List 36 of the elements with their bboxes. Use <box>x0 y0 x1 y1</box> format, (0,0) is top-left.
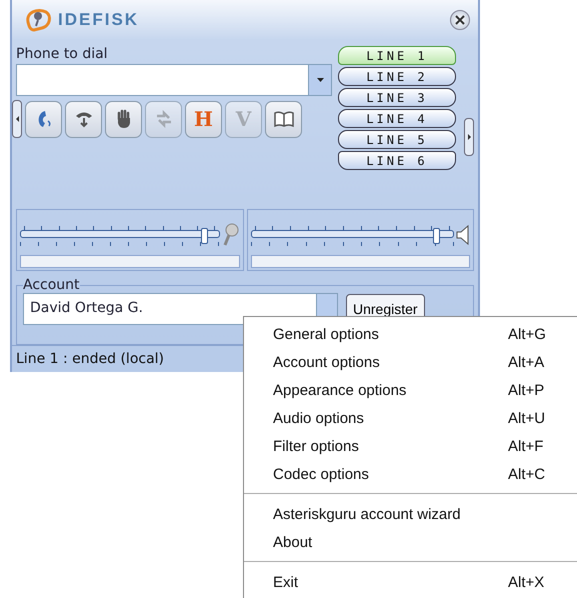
hang-up-button[interactable] <box>65 100 102 138</box>
menu-item[interactable]: Codec options Alt+C <box>244 460 577 488</box>
app-title: IDEFISK <box>58 10 140 30</box>
left-arrow-icon <box>16 116 18 122</box>
scroll-left-button[interactable] <box>12 100 22 138</box>
call-button[interactable] <box>25 100 62 138</box>
telephone-icon <box>74 110 94 128</box>
line-tab[interactable]: LINE 2 <box>338 67 456 86</box>
menu-item[interactable]: About <box>244 528 577 556</box>
account-label: Account <box>23 277 80 293</box>
hold-button[interactable] <box>105 100 142 138</box>
menu-item[interactable]: Audio options Alt+U <box>244 404 577 432</box>
dial-label: Phone to dial <box>16 46 109 62</box>
open-book-icon <box>274 111 294 127</box>
status-text: Line 1 : ended (local) <box>16 351 164 367</box>
headset-logo-icon <box>24 8 54 32</box>
transfer-arrows-icon <box>154 110 172 128</box>
menu-item[interactable]: Asteriskguru account wizard <box>244 500 577 528</box>
menu-item[interactable]: Filter options Alt+F <box>244 432 577 460</box>
menu-item[interactable]: Exit Alt+X <box>244 568 577 596</box>
menu-item[interactable]: Appearance options Alt+P <box>244 376 577 404</box>
phone-number-combobox[interactable] <box>16 64 332 96</box>
phonebook-button[interactable] <box>265 100 302 138</box>
line-tab[interactable]: LINE 5 <box>338 130 456 149</box>
dropdown-arrow-icon <box>316 78 324 82</box>
right-arrow-icon <box>468 134 470 140</box>
line-tab[interactable]: LINE 3 <box>338 88 456 107</box>
speaker-icon <box>456 224 470 246</box>
account-combobox[interactable]: David Ortega G. <box>23 293 338 325</box>
close-button[interactable] <box>450 10 470 30</box>
line-tab[interactable]: LINE 6 <box>338 151 456 170</box>
menu-item[interactable]: Account options Alt+A <box>244 348 577 376</box>
close-icon <box>455 15 465 25</box>
scroll-right-button[interactable] <box>464 118 474 156</box>
line-tab[interactable]: LINE 4 <box>338 109 456 128</box>
line-tab[interactable]: LINE 1 <box>338 46 456 65</box>
